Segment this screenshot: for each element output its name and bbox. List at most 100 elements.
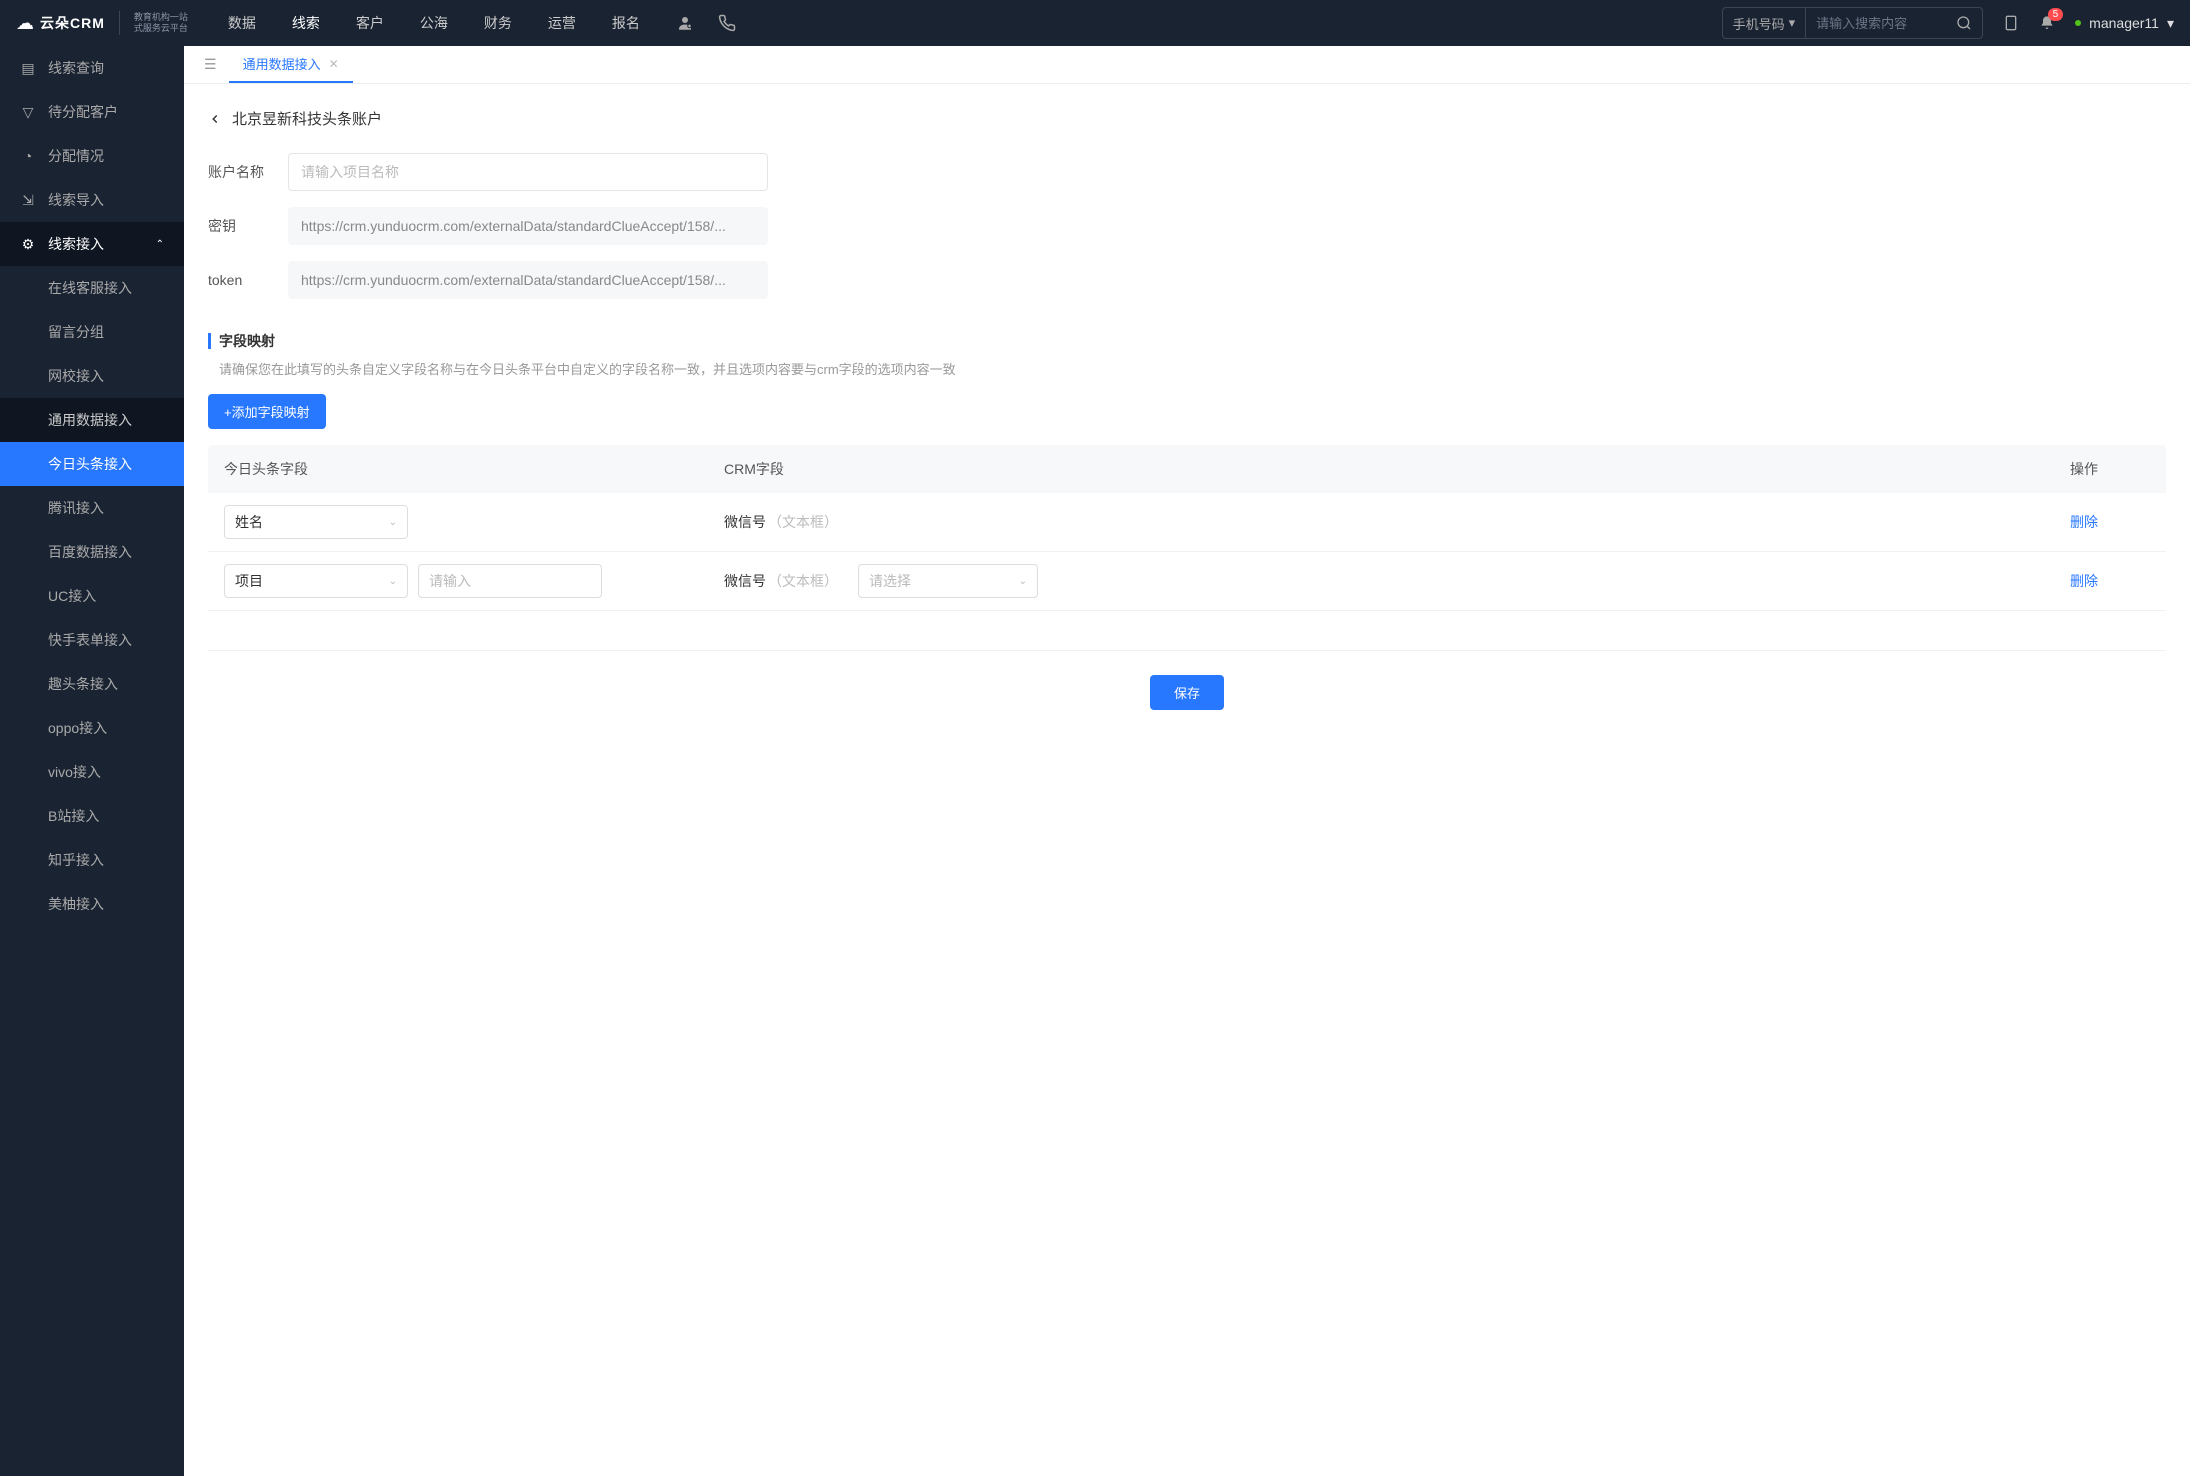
search-icon[interactable]: [1946, 15, 1982, 31]
sidebar-item-assignment[interactable]: ◔ 分配情况: [0, 134, 184, 178]
filter-icon: ▽: [20, 104, 36, 121]
logo-text: 云朵CRM: [40, 13, 105, 33]
plug-icon: ⚙: [20, 236, 36, 253]
col-crm: CRM字段: [724, 459, 2070, 479]
page-content: 北京昱新科技头条账户 账户名称 密钥 token 字段映射 请确保您在此填写的头…: [184, 84, 2190, 1476]
back-icon[interactable]: [208, 112, 222, 126]
form-row-name: 账户名称: [184, 145, 2190, 199]
username: manager11: [2089, 15, 2159, 31]
sidebar-sub-school[interactable]: 网校接入: [0, 354, 184, 398]
search-type-select[interactable]: 手机号码 ▾: [1723, 8, 1807, 38]
sidebar-sub-online-service[interactable]: 在线客服接入: [0, 266, 184, 310]
source-field-select[interactable]: 项目 ⌄: [224, 564, 408, 598]
notification-badge: 5: [2048, 8, 2064, 21]
pie-icon: ◔: [20, 148, 36, 164]
mobile-icon[interactable]: [2003, 14, 2019, 32]
sidebar-sub-bilibili[interactable]: B站接入: [0, 794, 184, 838]
save-button[interactable]: 保存: [1150, 675, 1224, 710]
mapping-table: 今日头条字段 CRM字段 操作 姓名 ⌄ 微信号（文本框）: [184, 445, 2190, 651]
col-source: 今日头条字段: [224, 459, 724, 479]
bell-icon[interactable]: 5: [2039, 14, 2055, 32]
sidebar-sub-kuaishou[interactable]: 快手表单接入: [0, 618, 184, 662]
tabs-collapse-icon[interactable]: ☰: [192, 56, 229, 73]
section-hint: 请确保您在此填写的头条自定义字段名称与在今日头条平台中自定义的字段名称一致，并且…: [184, 359, 2190, 394]
tab-generic-data[interactable]: 通用数据接入 ✕: [229, 46, 353, 83]
crm-field-select[interactable]: 请选择 ⌄: [858, 564, 1038, 598]
delete-link[interactable]: 删除: [2070, 514, 2098, 530]
crm-field-name: 微信号: [724, 573, 766, 589]
list-icon: ▤: [20, 60, 36, 77]
nav-finance[interactable]: 财务: [484, 13, 512, 33]
sidebar-item-pending[interactable]: ▽ 待分配客户: [0, 90, 184, 134]
nav-data[interactable]: 数据: [228, 13, 256, 33]
section-bar-icon: [208, 333, 211, 349]
label-token: token: [208, 272, 272, 288]
status-dot-icon: [2075, 20, 2081, 26]
search-group: 手机号码 ▾: [1722, 7, 1984, 39]
sidebar-item-lead-query[interactable]: ▤ 线索查询: [0, 46, 184, 90]
sidebar-sub-toutiao[interactable]: 今日头条接入: [0, 442, 184, 486]
label-account-name: 账户名称: [208, 162, 272, 182]
chevron-down-icon: ⌄: [1019, 576, 1027, 587]
input-token[interactable]: [288, 261, 768, 299]
header-right: 手机号码 ▾ 5 manager11 ▾: [1722, 7, 2174, 39]
section-header-mapping: 字段映射: [184, 307, 2190, 359]
table-header: 今日头条字段 CRM字段 操作: [208, 445, 2166, 493]
sidebar-item-integration[interactable]: ⚙ 线索接入 ⌃: [0, 222, 184, 266]
search-input[interactable]: [1806, 16, 1946, 31]
sidebar-sub-zhihu[interactable]: 知乎接入: [0, 838, 184, 882]
logo-divider: [119, 11, 120, 35]
phone-icon[interactable]: [718, 14, 736, 32]
sidebar-sub-oppo[interactable]: oppo接入: [0, 706, 184, 750]
chevron-down-icon: ⌄: [389, 517, 397, 528]
form-row-secret: 密钥: [184, 199, 2190, 253]
close-icon[interactable]: ✕: [329, 57, 339, 71]
chevron-down-icon: ▾: [1789, 15, 1796, 31]
sidebar-sub-meiyou[interactable]: 美柚接入: [0, 882, 184, 926]
footer: 保存: [184, 651, 2190, 718]
source-field-input[interactable]: [418, 564, 602, 598]
crm-field-type: （文本框）: [768, 573, 838, 589]
chevron-down-icon: ⌄: [389, 576, 397, 587]
page-header: 北京昱新科技头条账户: [184, 108, 2190, 145]
nav-operation[interactable]: 运营: [548, 13, 576, 33]
add-mapping-button[interactable]: +添加字段映射: [208, 394, 326, 429]
nav-icon-group: [676, 14, 736, 32]
logo-cloud-icon: ☁: [16, 13, 34, 34]
sidebar-sub-uc[interactable]: UC接入: [0, 574, 184, 618]
crm-field-name: 微信号: [724, 514, 766, 530]
input-secret[interactable]: [288, 207, 768, 245]
user-add-icon[interactable]: [676, 14, 694, 32]
sidebar-sub-baidu[interactable]: 百度数据接入: [0, 530, 184, 574]
sidebar: ▤ 线索查询 ▽ 待分配客户 ◔ 分配情况 ⇲ 线索导入 ⚙ 线索接入 ⌃ 在线…: [0, 46, 184, 1476]
nav-customers[interactable]: 客户: [356, 13, 384, 33]
input-account-name[interactable]: [288, 153, 768, 191]
sidebar-sub-generic-data[interactable]: 通用数据接入: [0, 398, 184, 442]
nav-signup[interactable]: 报名: [612, 13, 640, 33]
table-row: 项目 ⌄ 微信号（文本框） 请选择 ⌄: [208, 552, 2166, 611]
nav-leads[interactable]: 线索: [292, 13, 320, 33]
nav-pool[interactable]: 公海: [420, 13, 448, 33]
source-field-select[interactable]: 姓名 ⌄: [224, 505, 408, 539]
delete-link[interactable]: 删除: [2070, 573, 2098, 589]
table-row: 姓名 ⌄ 微信号（文本框） 删除: [208, 493, 2166, 552]
chevron-down-icon: ▾: [2167, 15, 2174, 32]
top-header: ☁ 云朵CRM 教育机构一站 式服务云平台 数据 线索 客户 公海 财务 运营 …: [0, 0, 2190, 46]
logo-subtitle: 教育机构一站 式服务云平台: [134, 12, 188, 34]
crm-field-type: （文本框）: [768, 514, 838, 530]
import-icon: ⇲: [20, 192, 36, 209]
tab-bar: ☰ 通用数据接入 ✕: [184, 46, 2190, 84]
col-op: 操作: [2070, 459, 2150, 479]
sidebar-item-import[interactable]: ⇲ 线索导入: [0, 178, 184, 222]
sidebar-sub-vivo[interactable]: vivo接入: [0, 750, 184, 794]
sidebar-sub-tencent[interactable]: 腾讯接入: [0, 486, 184, 530]
page-title: 北京昱新科技头条账户: [232, 108, 382, 129]
user-menu[interactable]: manager11 ▾: [2075, 15, 2174, 32]
form-row-token: token: [184, 253, 2190, 307]
logo[interactable]: ☁ 云朵CRM 教育机构一站 式服务云平台: [16, 11, 188, 35]
sidebar-sub-message-group[interactable]: 留言分组: [0, 310, 184, 354]
chevron-up-icon: ⌃: [156, 239, 164, 250]
main-content: ☰ 通用数据接入 ✕ 北京昱新科技头条账户 账户名称 密钥: [184, 46, 2190, 1476]
table-row-empty: [208, 611, 2166, 651]
sidebar-sub-qutoutiao[interactable]: 趣头条接入: [0, 662, 184, 706]
